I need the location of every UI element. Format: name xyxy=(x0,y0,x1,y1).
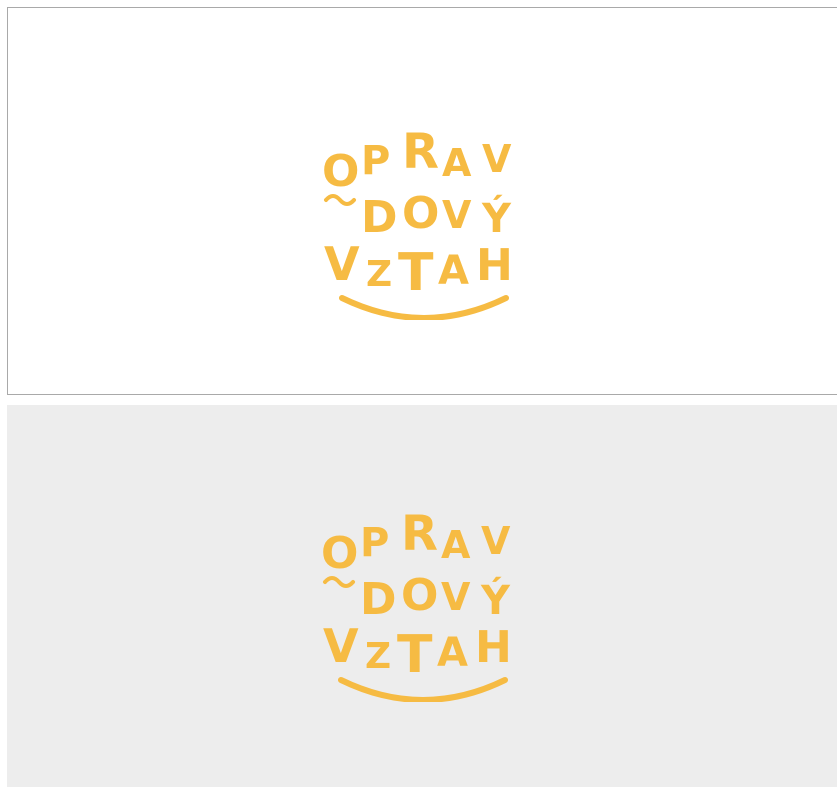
logo-letter: V xyxy=(442,193,472,237)
logo-letter: Ý xyxy=(481,193,512,242)
opravdovy-vztah-logo: O P R A V D O V Ý V Z T A H xyxy=(314,120,534,320)
logo-letter: T xyxy=(398,243,434,303)
logo-letter: A xyxy=(437,630,468,676)
logo-letter: Ý xyxy=(480,575,511,624)
logo-graphic: O P R A V D O V Ý V Z T A H xyxy=(321,506,512,702)
logo-panel-white: O P R A V D O V Ý V Z T A H xyxy=(7,7,837,395)
logo-letter: V xyxy=(482,137,512,181)
logo-letter: V xyxy=(441,575,471,619)
logo-letter: D xyxy=(361,192,398,243)
logo-letter: V xyxy=(323,619,359,673)
logo-letter: H xyxy=(475,622,512,673)
tilde-mark xyxy=(323,576,355,588)
logo-letter: T xyxy=(397,625,433,685)
logo-letter: D xyxy=(360,574,397,625)
logo-panel-gray: O P R A V D O V Ý V Z T A H xyxy=(7,405,837,787)
logo-letter: P xyxy=(360,520,389,566)
logo-letter: R xyxy=(401,506,438,562)
logo-letter: R xyxy=(402,124,439,180)
opravdovy-vztah-logo: O P R A V D O V Ý V Z T A H xyxy=(313,502,533,702)
logo-letter: O xyxy=(322,146,359,197)
logo-letter: Z xyxy=(365,636,391,677)
logo-letter: V xyxy=(481,519,511,563)
logo-letter: O xyxy=(401,570,438,621)
logo-letter: A xyxy=(441,523,471,567)
logo-letter: O xyxy=(321,528,358,579)
logo-letter: H xyxy=(476,240,513,291)
tilde-mark xyxy=(324,194,356,206)
logo-letters: O P R A V D O V Ý V Z T A H xyxy=(322,124,513,303)
logo-graphic: O P R A V D O V Ý V Z T A H xyxy=(322,124,513,320)
logo-letter: A xyxy=(442,141,472,185)
logo-letters: O P R A V D O V Ý V Z T A H xyxy=(321,506,512,685)
logo-letter: V xyxy=(324,237,360,291)
logo-letter: Z xyxy=(366,254,392,295)
logo-letter: P xyxy=(361,138,390,184)
logo-letter: A xyxy=(438,248,469,294)
logo-letter: O xyxy=(402,188,439,239)
